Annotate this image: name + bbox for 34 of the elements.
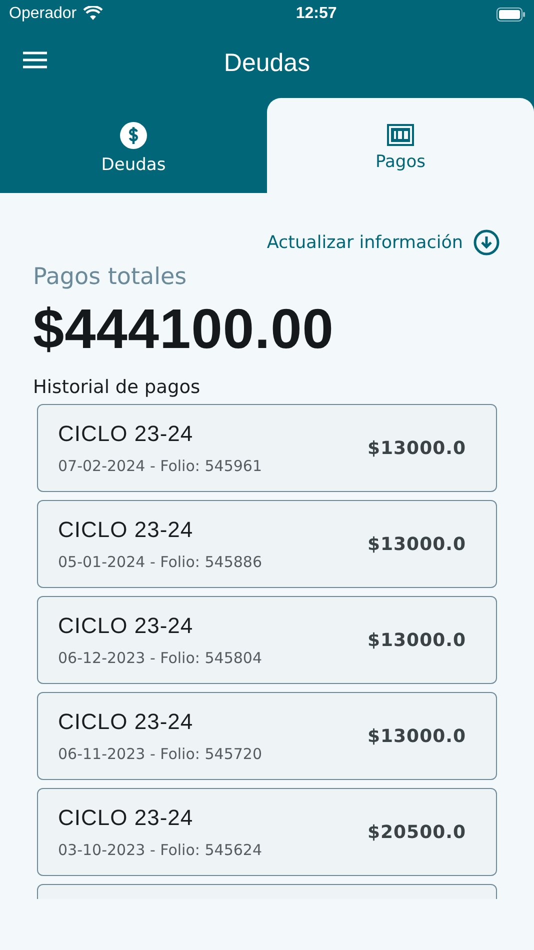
payment-detail: 07-02-2024 - Folio: 545961 xyxy=(58,457,262,475)
payment-amount: $20500.0 xyxy=(367,822,466,842)
wifi-icon xyxy=(83,6,103,21)
history-title: Historial de pagos xyxy=(33,377,202,398)
payment-card[interactable]: CICLO 23-24 07-02-2024 - Folio: 545961 $13000.0 xyxy=(37,404,497,492)
refresh-link[interactable]: Actualizar información xyxy=(266,229,500,256)
total-amount: $444100.00 xyxy=(33,296,335,361)
payment-cycle: CICLO 23-24 xyxy=(58,421,194,447)
payment-detail: 06-11-2023 - Folio: 545720 xyxy=(58,745,262,763)
payment-detail: 06-12-2023 - Folio: 545804 xyxy=(58,649,262,667)
payment-card[interactable]: CICLO 23-24 03-10-2023 - Folio: 545624 $20500.0 xyxy=(37,788,497,876)
payment-cycle: CICLO 23-24 xyxy=(58,613,194,639)
screen-title: Deudas xyxy=(224,48,310,78)
payment-amount: $13000.0 xyxy=(367,630,466,650)
payment-amount: $13000.0 xyxy=(367,438,466,458)
payment-card[interactable]: CICLO 23-24 06-11-2023 - Folio: 545720 $13000.0 xyxy=(37,692,497,780)
payment-amount: $13000.0 xyxy=(367,726,466,746)
payment-detail: 03-10-2023 - Folio: 545624 xyxy=(58,841,262,859)
battery-icon xyxy=(496,6,526,22)
payment-cycle: CICLO 23-24 xyxy=(58,709,194,735)
payment-detail: 05-01-2024 - Folio: 545886 xyxy=(58,553,262,571)
payment-card[interactable]: CICLO 23-24 06-12-2023 - Folio: 545804 $13000.0 xyxy=(37,596,497,684)
tab[interactable]: Pagos xyxy=(267,98,534,193)
banknote-icon xyxy=(387,124,414,146)
carrier-name: Operador xyxy=(9,5,77,23)
payment-cycle: CICLO 23-24 xyxy=(58,517,194,543)
payment-card[interactable]: CICLO 23-24 05-01-2024 - Folio: 545886 $13000.0 xyxy=(37,500,497,588)
clock-time: 12:57 xyxy=(296,5,337,23)
payment-amount: $13000.0 xyxy=(367,534,466,554)
total-label: Pagos totales xyxy=(33,264,188,290)
menu-button[interactable] xyxy=(22,51,48,69)
dollar-icon xyxy=(120,122,147,148)
payment-cycle: CICLO 23-24 xyxy=(58,805,194,831)
download-icon xyxy=(473,229,500,256)
